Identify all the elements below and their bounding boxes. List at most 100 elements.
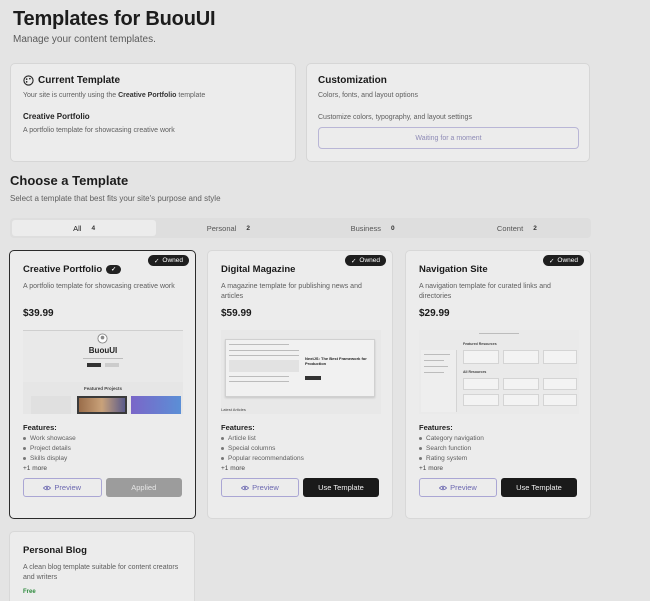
feature-item: Article list xyxy=(221,435,379,442)
feature-item: Rating system xyxy=(419,455,577,462)
feature-text: Category navigation xyxy=(426,435,484,442)
preview-button[interactable]: Preview xyxy=(419,478,497,497)
owned-label: Owned xyxy=(162,257,183,264)
template-card-personal-blog[interactable]: Personal Blog A clean blog template suit… xyxy=(9,531,195,601)
tab-count: 2 xyxy=(533,224,537,232)
template-preview-image: Featured Resources All Resources xyxy=(419,330,579,414)
feature-item: Search function xyxy=(419,445,577,452)
feature-text: Search function xyxy=(426,445,472,452)
card-actions: Preview Applied xyxy=(23,478,182,497)
bullet-icon xyxy=(221,437,224,440)
current-template-name: Creative Portfolio xyxy=(23,112,90,122)
bullet-icon xyxy=(221,457,224,460)
customization-heading: Customization xyxy=(318,75,387,86)
category-tabs: All 4 Personal 2 Business 0 Content 2 xyxy=(10,218,591,238)
preview-label: Preview xyxy=(54,483,82,492)
current-template-heading: Current Template xyxy=(38,75,121,86)
feature-item: Skills display xyxy=(23,455,182,462)
tab-label: Personal xyxy=(206,223,237,233)
tab-all[interactable]: All 4 xyxy=(12,220,157,236)
features-heading: Features: xyxy=(23,423,57,432)
feature-item: Project details xyxy=(23,445,182,452)
owned-badge: ✓ Owned xyxy=(542,255,584,266)
card-title-text: Creative Portfolio xyxy=(23,264,103,275)
owned-badge: ✓ Owned xyxy=(147,255,189,266)
bullet-icon xyxy=(419,437,422,440)
preview-footer: Latest Articles xyxy=(221,407,246,412)
current-template-description: A portfolio template for showcasing crea… xyxy=(23,127,175,135)
status-template-name: Creative Portfolio xyxy=(118,92,177,99)
page-subtitle: Manage your content templates. xyxy=(13,34,156,45)
template-card-creative-portfolio[interactable]: ✓ Owned Creative Portfolio ✓ A portfolio … xyxy=(9,250,196,519)
check-icon: ✓ xyxy=(548,257,555,265)
more-features: +1 more xyxy=(419,465,444,472)
tab-count: 4 xyxy=(91,224,96,232)
template-preview-image: NextJS: The Best Framework for Productio… xyxy=(221,330,381,414)
feature-item: Work showcase xyxy=(23,435,182,442)
feature-text: Project details xyxy=(30,445,71,452)
status-prefix: Your site is currently using the xyxy=(23,92,117,99)
owned-label: Owned xyxy=(557,257,578,264)
bullet-icon xyxy=(221,447,224,450)
template-card-digital-magazine[interactable]: ✓ Owned Digital Magazine A magazine templ… xyxy=(207,250,393,519)
more-features: +1 more xyxy=(23,465,48,472)
use-template-button[interactable]: Use Template xyxy=(501,478,577,497)
owned-label: Owned xyxy=(359,257,380,264)
card-price: $29.99 xyxy=(419,308,450,319)
bullet-icon xyxy=(23,447,26,450)
template-card-navigation-site[interactable]: ✓ Owned Navigation Site A navigation temp… xyxy=(405,250,591,519)
tab-personal[interactable]: Personal 2 xyxy=(156,220,300,236)
feature-text: Rating system xyxy=(426,455,468,462)
bullet-icon xyxy=(419,457,422,460)
features-heading: Features: xyxy=(419,423,453,432)
card-title: Personal Blog xyxy=(23,545,87,556)
feature-text: Popular recommendations xyxy=(228,455,304,462)
eye-icon xyxy=(43,485,52,491)
preview-section: Featured Projects xyxy=(83,386,122,391)
bullet-icon xyxy=(23,457,26,460)
owned-badge: ✓ Owned xyxy=(344,255,386,266)
card-actions: Preview Use Template xyxy=(419,478,577,497)
page-title: Templates for BuouUI xyxy=(13,8,216,30)
tab-label: All xyxy=(73,223,82,233)
tab-label: Content xyxy=(496,223,524,233)
preview-brand: BuouUI xyxy=(88,346,118,355)
current-template-header: Current Template xyxy=(23,75,283,86)
features-heading: Features: xyxy=(221,423,255,432)
eye-icon xyxy=(439,485,448,491)
choose-template-title: Choose a Template xyxy=(10,173,129,188)
check-icon: ✓ xyxy=(153,257,160,265)
choose-template-subtitle: Select a template that best fits your si… xyxy=(10,194,221,203)
feature-text: Work showcase xyxy=(30,435,76,442)
customization-subtext: Colors, fonts, and layout options xyxy=(318,92,419,99)
preview-section-1: Featured Resources xyxy=(463,342,497,346)
current-template-status: Your site is currently using the Creativ… xyxy=(23,91,283,100)
templates-page: Templates for BuouUI Manage your content… xyxy=(0,0,650,601)
card-price: $59.99 xyxy=(221,308,252,319)
preview-label: Preview xyxy=(450,483,477,492)
feature-item: Popular recommendations xyxy=(221,455,379,462)
feature-item: Category navigation xyxy=(419,435,577,442)
card-description: A clean blog template suitable for conte… xyxy=(23,564,179,581)
preview-button[interactable]: Preview xyxy=(221,478,299,497)
applied-button[interactable]: Applied xyxy=(105,478,182,497)
more-features: +1 more xyxy=(221,465,246,472)
current-template-panel: Current Template Your site is currently … xyxy=(10,63,296,162)
preview-label: Preview xyxy=(252,483,279,492)
tab-content[interactable]: Content 2 xyxy=(445,220,589,236)
card-actions: Preview Use Template xyxy=(221,478,379,497)
use-template-button[interactable]: Use Template xyxy=(303,478,379,497)
tab-business[interactable]: Business 0 xyxy=(301,220,445,236)
preview-button[interactable]: Preview xyxy=(23,478,102,497)
preview-headline: NextJS: The Best Framework for Productio… xyxy=(305,356,367,366)
tab-count: 2 xyxy=(246,224,250,232)
customization-panel: Customization Colors, fonts, and layout … xyxy=(306,63,590,162)
card-description: A navigation template for curated links … xyxy=(419,283,551,300)
card-price: $39.99 xyxy=(23,308,54,319)
bullet-icon xyxy=(419,447,422,450)
tab-count: 0 xyxy=(391,224,395,232)
palette-icon xyxy=(23,75,34,86)
feature-text: Special columns xyxy=(228,445,276,452)
preview-section-2: All Resources xyxy=(463,370,487,374)
customization-button[interactable]: Waiting for a moment xyxy=(318,127,579,150)
